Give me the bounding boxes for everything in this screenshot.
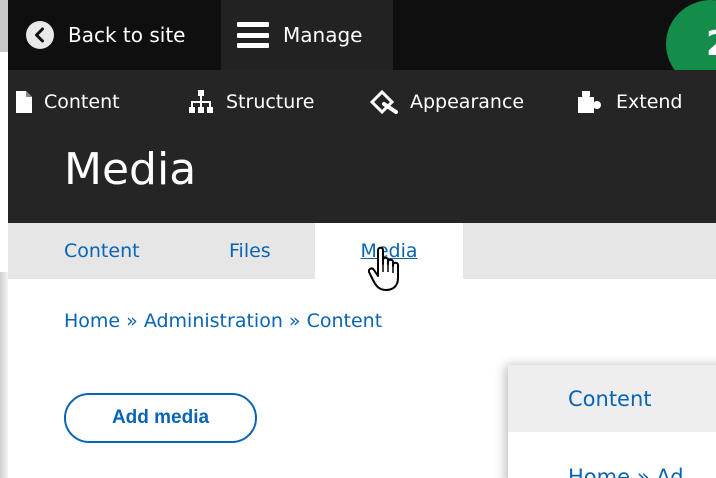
chevron-left-icon: [26, 21, 54, 49]
manage-button[interactable]: Manage: [221, 0, 393, 70]
tray-item-label: Appearance: [410, 91, 525, 113]
sitemap-icon: [188, 90, 214, 114]
admin-toolbar: Back to site Manage: [8, 0, 716, 70]
tray-item-label: Structure: [226, 91, 315, 113]
hamburger-icon: [237, 22, 269, 48]
back-to-site-link[interactable]: Back to site: [26, 0, 185, 70]
tray-item-extend[interactable]: Extend: [576, 84, 683, 120]
tray-item-appearance[interactable]: Appearance: [370, 84, 524, 120]
screenshot-canvas: Back to site Manage 2 Content: [0, 0, 716, 478]
add-media-button[interactable]: Add media: [64, 393, 257, 443]
step-number: 2: [706, 24, 716, 64]
tab-files[interactable]: Files: [229, 223, 271, 279]
content-panel-breadcrumb[interactable]: Home » Ad: [568, 465, 684, 478]
puzzle-icon: [576, 89, 604, 115]
tab-label: Content: [64, 240, 140, 262]
add-media-label: Add media: [111, 407, 210, 428]
breadcrumb-administration[interactable]: Administration: [144, 310, 283, 332]
content-panel: Content Home » Ad: [508, 365, 716, 478]
hand-pointer-icon: [367, 246, 404, 298]
breadcrumb-separator: »: [126, 310, 138, 332]
back-to-site-label: Back to site: [68, 23, 186, 47]
breadcrumb-home[interactable]: Home: [64, 310, 120, 332]
tray-item-label: Extend: [616, 91, 683, 113]
breadcrumb-content[interactable]: Content: [307, 310, 383, 332]
toolbar-tray: Content Structure Appearance Extend Medi…: [8, 70, 716, 223]
tab-label: Files: [229, 240, 271, 262]
manage-label: Manage: [283, 23, 363, 47]
primary-tabs: Content Files Media: [8, 223, 716, 279]
breadcrumb: Home » Administration » Content: [64, 310, 382, 332]
breadcrumb-separator: »: [288, 310, 301, 332]
tab-content[interactable]: Content: [64, 223, 140, 279]
content-panel-header[interactable]: Content: [508, 365, 716, 432]
left-edge: [0, 0, 8, 52]
tray-item-label: Content: [44, 91, 120, 113]
tray-item-structure[interactable]: Structure: [188, 84, 314, 120]
left-shadow: [0, 272, 8, 478]
file-icon: [16, 91, 32, 113]
paintbrush-icon: [370, 90, 398, 114]
page-title: Media: [64, 144, 197, 195]
tray-item-content[interactable]: Content: [16, 84, 120, 120]
content-panel-title: Content: [568, 386, 652, 411]
